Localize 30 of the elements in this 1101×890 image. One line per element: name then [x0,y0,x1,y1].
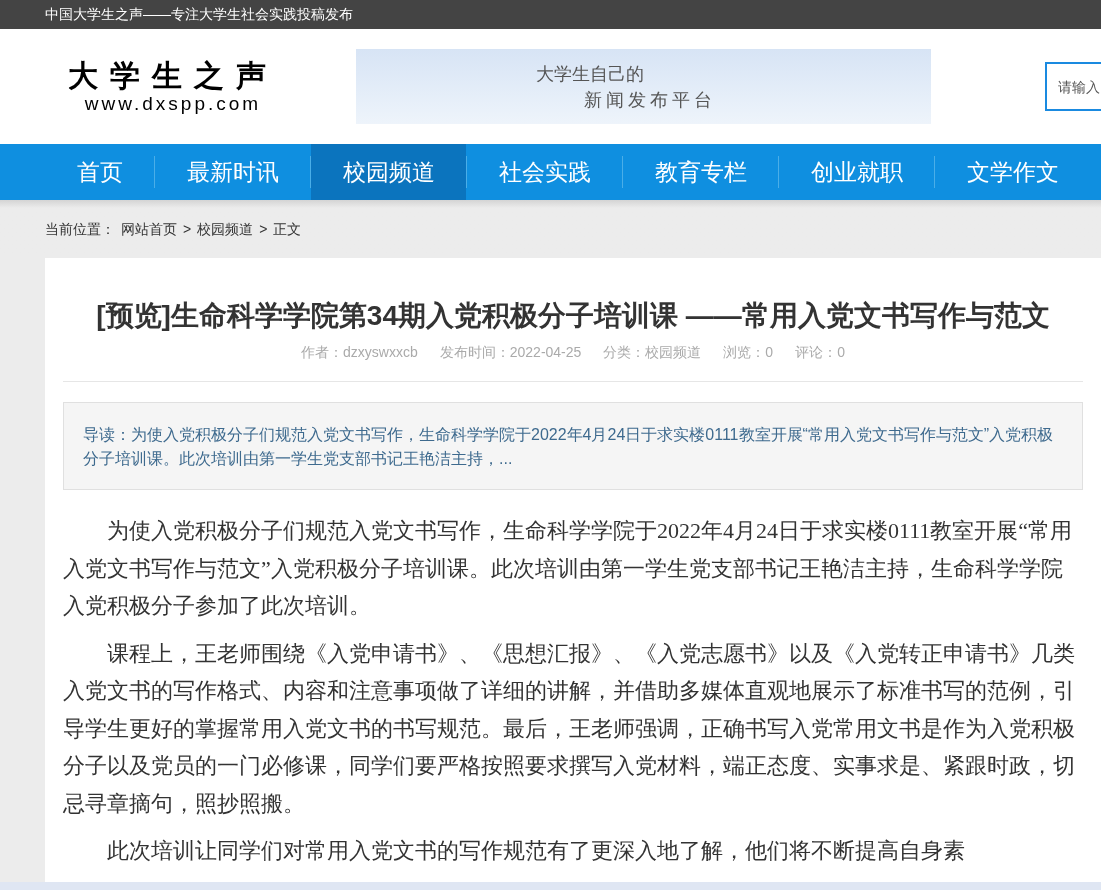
article-meta: 作者：dzxyswxxcb [301,343,418,362]
nav-tab[interactable]: 最新时讯 [155,144,310,200]
article-title: [预览]生命科学学院第34期入党积极分子培训课 ——常用入党文书写作与范文 [95,299,1051,333]
nav-tab[interactable]: 校园频道 [311,144,466,200]
logo-url: www.dxspp.com [84,92,262,115]
site-slogan: 中国大学生之声——专注大学生社会实践投稿发布 [45,5,353,24]
article-paragraph: 课程上，王老师围绕《入党申请书》、《思想汇报》、《入党志愿书》以及《入党转正申请书》几类入党文书的写作格式、内容和注意事项做了详细的讲解，并借助多媒体直观地展示了标准书写的范例，引导学生更好的掌握常用入党文书的书写规范。最后，王老师强调，正确书写入党常用文书是作为入党积极分子以及党员的一门必修课，同学们要严格按照要求撰写入党材料，端正态度、实事求是、紧跟时政，切忌寻章摘句，照抄照搬。 [63,639,1076,818]
summary-text: 导读：为使入党积极分子们规范入党文书写作，生命科学学院于2022年4月24日于求实楼0111教室开展“常用入党文书写作与范文”入党积极分子培训课。此次培训由第一学生党支部书记王艳洁主持，... [83,425,1055,469]
article-meta: 发布时间：2022-04-25 [439,343,582,362]
banner-text: 大学生自己的 [536,62,645,86]
logo-title: 大学生之声 [68,58,278,93]
breadcrumb-label: 当前位置： [45,219,115,239]
nav-tab[interactable]: 文学作文 [935,144,1090,200]
breadcrumb-link[interactable]: 网站首页 [121,218,177,240]
search-field[interactable]: 请输入 [1045,62,1101,111]
breadcrumb-separator: > [259,219,268,239]
breadcrumb-link[interactable]: 校园频道 [197,218,254,240]
article-meta: 评论：0 [795,343,845,362]
nav-tab[interactable]: 首页 [45,144,154,200]
logo[interactable]: 大学生之声 www.dxspp.com [60,58,286,115]
nav-tab[interactable]: 教育专栏 [623,144,778,200]
nav-tab[interactable]: 社会实践 [467,144,622,200]
article-meta: 分类：校园频道 [603,343,702,362]
article-paragraph: 为使入党积极分子们规范入党文书写作，生命科学学院于2022年4月24日于求实楼0111教室开展“常用入党文书写作与范文”入党积极分子培训课。此次培训由第一学生党支部书记王艳洁主持，生命科学学院入党积极分子参加了此次培训。 [63,517,1074,620]
breadcrumb-separator: > [183,219,192,239]
breadcrumb-link[interactable]: 正文 [273,218,302,240]
nav-tab[interactable]: 创业就职 [779,144,934,200]
article-paragraph: 此次培训让同学们对常用入党文书的写作规范有了更深入地了解，他们将不断提高自身素 [106,837,966,865]
article-meta: 浏览：0 [723,343,774,362]
banner-text: 新闻发布平台 [583,88,717,112]
